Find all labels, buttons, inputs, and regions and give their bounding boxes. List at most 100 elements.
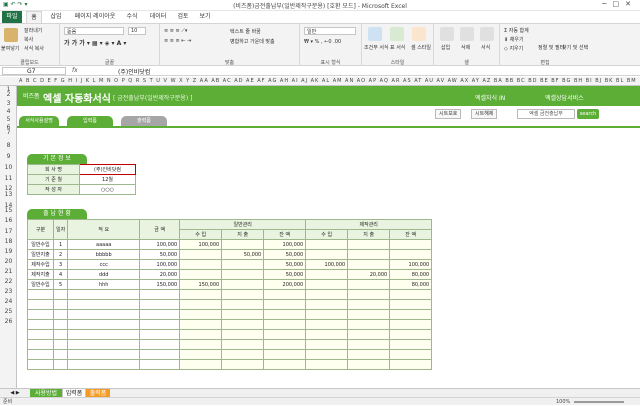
table-cell[interactable]: 4: [52, 269, 69, 280]
month-value[interactable]: 12월: [79, 174, 136, 185]
table-cell[interactable]: 일반수입: [27, 239, 54, 250]
table-cell[interactable]: [347, 259, 391, 270]
cell-styles-button[interactable]: 셀 스타일: [411, 44, 431, 51]
table-cell[interactable]: [221, 359, 265, 370]
row-number[interactable]: 16: [0, 217, 17, 224]
table-cell[interactable]: 150,000: [179, 279, 223, 290]
fx-icon[interactable]: fx: [72, 67, 78, 74]
row-number[interactable]: 8: [0, 142, 17, 149]
table-cell[interactable]: [179, 319, 223, 330]
row-number[interactable]: 15: [0, 207, 17, 214]
table-cell[interactable]: [263, 299, 307, 310]
company-value[interactable]: (주)인비닷컴: [79, 164, 136, 175]
row-number[interactable]: 18: [0, 238, 17, 245]
table-cell[interactable]: [67, 359, 141, 370]
tab-formulas[interactable]: 수식: [122, 11, 142, 23]
table-cell[interactable]: [179, 349, 223, 360]
table-cell[interactable]: [27, 329, 54, 340]
table-cell[interactable]: 5: [52, 279, 69, 290]
tab-home[interactable]: 홈: [26, 11, 42, 23]
table-cell[interactable]: 20,000: [139, 269, 181, 280]
table-cell[interactable]: [263, 359, 307, 370]
table-cell[interactable]: [67, 299, 141, 310]
table-cell[interactable]: [305, 239, 349, 250]
font-size-select[interactable]: 10: [128, 27, 146, 35]
table-cell[interactable]: [347, 279, 391, 290]
table-cell[interactable]: [263, 309, 307, 320]
table-cell[interactable]: 제작지출: [27, 269, 54, 280]
table-cell[interactable]: [67, 309, 141, 320]
table-cell[interactable]: [221, 319, 265, 330]
table-cell[interactable]: [52, 359, 69, 370]
table-cell[interactable]: [347, 299, 391, 310]
table-cell[interactable]: 50,000: [263, 249, 307, 260]
tab-review[interactable]: 검토: [174, 11, 192, 23]
excel-in-link[interactable]: 엑셀자식 IN: [475, 93, 505, 102]
table-cell[interactable]: [139, 339, 181, 350]
table-cell[interactable]: [263, 339, 307, 350]
table-cell[interactable]: 100,000: [179, 239, 223, 250]
table-cell[interactable]: [27, 299, 54, 310]
table-cell[interactable]: [221, 339, 265, 350]
table-cell[interactable]: [27, 319, 54, 330]
table-cell[interactable]: [179, 359, 223, 370]
table-cell[interactable]: [389, 339, 433, 350]
table-cell[interactable]: [139, 299, 181, 310]
table-cell[interactable]: 제작수입: [27, 259, 54, 270]
table-cell[interactable]: [221, 279, 265, 290]
table-format-button[interactable]: 표 서식: [390, 44, 405, 51]
row-number[interactable]: 2: [0, 91, 17, 98]
table-cell[interactable]: [221, 299, 265, 310]
conditional-format-icon[interactable]: [368, 27, 382, 41]
table-cell[interactable]: [179, 289, 223, 300]
insert-cells-icon[interactable]: [440, 27, 454, 41]
table-cell[interactable]: [139, 329, 181, 340]
table-cell[interactable]: [389, 329, 433, 340]
table-cell[interactable]: 80,000: [389, 279, 433, 290]
table-cell[interactable]: [389, 249, 433, 260]
table-cell[interactable]: [389, 359, 433, 370]
table-cell[interactable]: [139, 319, 181, 330]
align-icons-bottom[interactable]: ≡ ≡ ≡ ⇤ ⇥: [164, 38, 191, 44]
format-cells-button[interactable]: 서식: [481, 44, 490, 51]
table-cell[interactable]: [139, 309, 181, 320]
delete-cells-icon[interactable]: [460, 27, 474, 41]
tab-output-form[interactable]: 출력폼: [121, 116, 167, 126]
table-cell[interactable]: [305, 349, 349, 360]
table-cell[interactable]: [347, 239, 391, 250]
table-cell[interactable]: [305, 329, 349, 340]
row-number[interactable]: 26: [0, 318, 17, 325]
table-cell[interactable]: [52, 339, 69, 350]
table-cell[interactable]: ddd: [67, 269, 141, 280]
font-name-select[interactable]: 돋움: [64, 27, 124, 35]
table-cell[interactable]: [263, 289, 307, 300]
table-cell[interactable]: [305, 279, 349, 290]
writer-value[interactable]: ○○○: [79, 184, 136, 195]
row-number[interactable]: 22: [0, 278, 17, 285]
table-cell[interactable]: [389, 289, 433, 300]
table-cell[interactable]: 100,000: [139, 239, 181, 250]
table-cell[interactable]: 100,000: [263, 239, 307, 250]
table-cell[interactable]: [347, 309, 391, 320]
table-cell[interactable]: [221, 349, 265, 360]
row-number[interactable]: 5: [0, 116, 17, 123]
fill-button[interactable]: ⬇ 채우기: [504, 36, 524, 43]
table-cell[interactable]: [27, 359, 54, 370]
row-number[interactable]: 21: [0, 268, 17, 275]
table-cell[interactable]: [305, 289, 349, 300]
table-cell[interactable]: [52, 329, 69, 340]
insert-cells-button[interactable]: 삽입: [441, 44, 450, 51]
tab-input-form[interactable]: 입력폼: [67, 116, 113, 126]
copy-button[interactable]: 복사: [24, 36, 33, 43]
row-number[interactable]: 9: [0, 153, 17, 160]
column-headers[interactable]: A B C D E F G H I J K L M N O P Q R S T …: [0, 77, 640, 86]
worksheet[interactable]: 비즈폼 엑셀 자동화서식 [ 금전출납부(일반제작구분용) ] 엑셀자식 IN …: [17, 86, 640, 388]
find-select-button[interactable]: 찾기 및 선택: [562, 44, 588, 51]
tab-page-layout[interactable]: 페이지 레이아웃: [70, 11, 120, 23]
row-number[interactable]: 10: [0, 164, 17, 171]
delete-cells-button[interactable]: 삭제: [461, 44, 470, 51]
table-cell[interactable]: [263, 329, 307, 340]
table-cell[interactable]: [67, 349, 141, 360]
conditional-format-button[interactable]: 조건부 서식: [364, 44, 389, 51]
table-cell[interactable]: [305, 319, 349, 330]
